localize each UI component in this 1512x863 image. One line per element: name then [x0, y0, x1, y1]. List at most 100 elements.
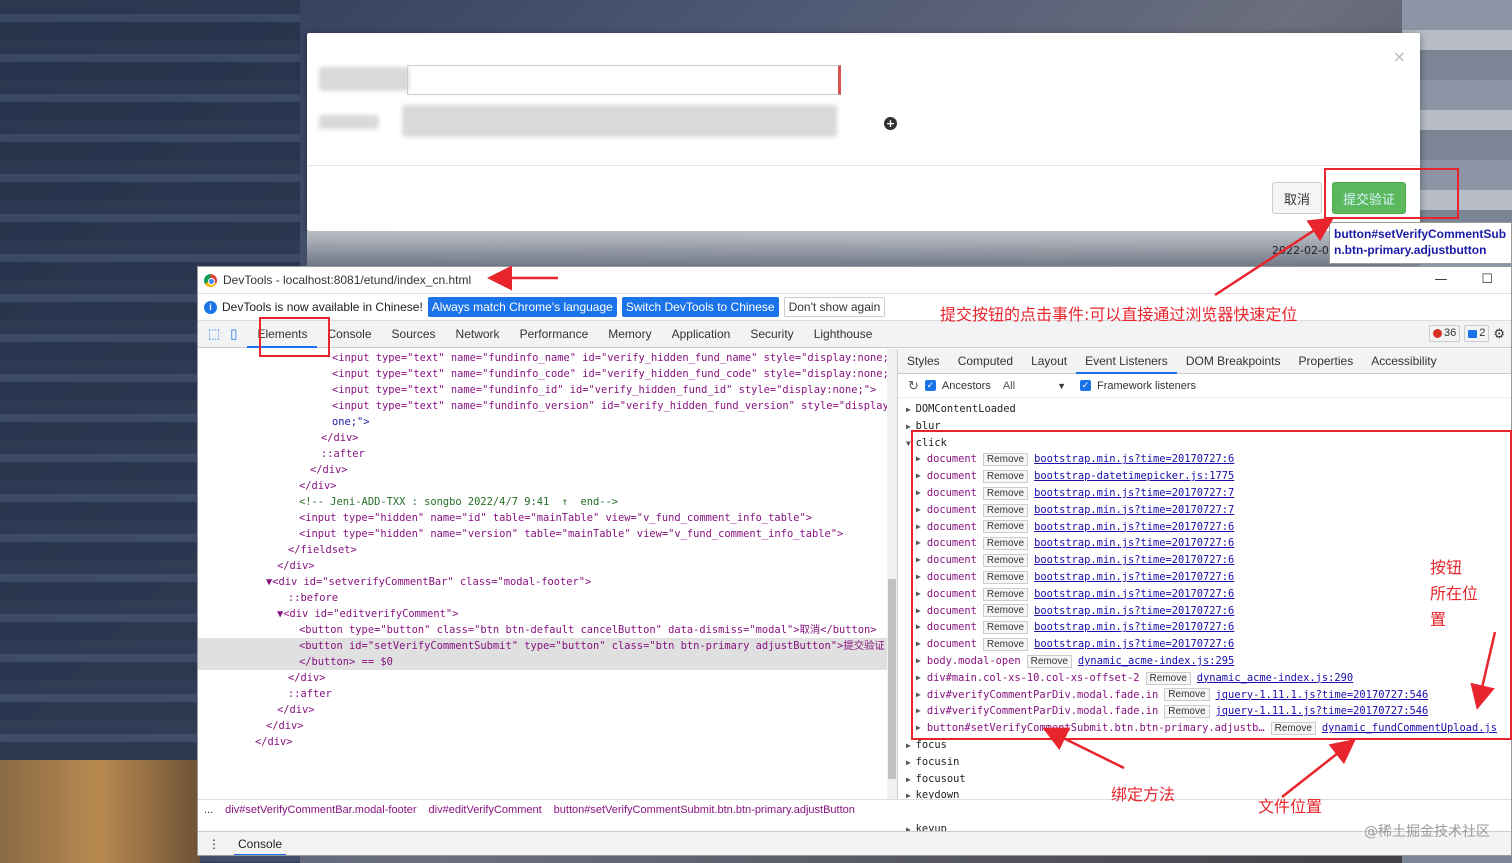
- inspect-element-icon[interactable]: ⬚: [208, 326, 220, 342]
- chevron-down-icon[interactable]: ▼: [1057, 381, 1066, 391]
- devtools-tabbar: ⬚ ▯ Elements Console Sources Network Per…: [198, 321, 1511, 348]
- message-count: 2: [1479, 327, 1486, 339]
- maximize-icon[interactable]: ☐: [1481, 272, 1493, 287]
- breadcrumb-more[interactable]: ...: [204, 804, 213, 816]
- tab-dom-breakpoints[interactable]: DOM Breakpoints: [1177, 349, 1290, 374]
- message-icon: [1468, 329, 1478, 338]
- collapsed-triangle-icon: ▶: [906, 405, 916, 414]
- close-icon[interactable]: ×: [1393, 47, 1406, 66]
- tab-performance[interactable]: Performance: [510, 321, 599, 348]
- dom-tree-line[interactable]: </div>: [198, 718, 897, 734]
- settings-icon[interactable]: ⚙: [1493, 326, 1505, 342]
- dom-tree-line[interactable]: ::after: [198, 446, 897, 462]
- event-name: focus: [915, 738, 947, 751]
- sidebar-tabs: Styles Computed Layout Event Listeners D…: [898, 349, 1511, 374]
- annotation-click-event: 提交按钮的点击事件:可以直接通过浏览器快速定位: [940, 305, 1298, 324]
- dom-tree-line[interactable]: </div>: [198, 462, 897, 478]
- dom-tree-line[interactable]: <button id="setVerifyCommentSubmit" type…: [198, 638, 897, 654]
- tooltip-line: n.btn-primary.adjustbutton: [1334, 243, 1487, 257]
- dom-tree-line[interactable]: </div>: [198, 430, 897, 446]
- tab-security[interactable]: Security: [740, 321, 803, 348]
- dom-tree-line[interactable]: ::before: [198, 590, 897, 606]
- collapsed-triangle-icon: ▶: [906, 757, 916, 767]
- verify-modal: × + 取消 提交验证: [307, 33, 1420, 231]
- error-icon: [1432, 329, 1442, 338]
- annotation-bind-method: 绑定方法: [1111, 785, 1176, 804]
- dont-show-again-button[interactable]: Don't show again: [783, 297, 886, 317]
- annotation-button-location: 按钮 所在位 置: [1430, 558, 1479, 629]
- dom-tree-line[interactable]: <input type="text" name="fundinfo_id" id…: [198, 382, 897, 398]
- tooltip-line: button#setVerifyCommentSub: [1334, 227, 1507, 241]
- tab-accessibility[interactable]: Accessibility: [1362, 349, 1445, 374]
- tab-styles[interactable]: Styles: [898, 349, 949, 374]
- minimize-icon[interactable]: —: [1434, 272, 1447, 287]
- event-name: focusout: [915, 772, 966, 785]
- tab-memory[interactable]: Memory: [598, 321, 661, 348]
- watermark: @稀土掘金技术社区: [1364, 824, 1490, 840]
- framework-listeners-checkbox[interactable]: ✓: [1079, 380, 1091, 391]
- drawer-tab-console[interactable]: Console: [234, 832, 287, 855]
- tab-application[interactable]: Application: [662, 321, 741, 348]
- add-icon[interactable]: +: [884, 117, 897, 130]
- tab-sources[interactable]: Sources: [382, 321, 446, 348]
- tab-event-listeners[interactable]: Event Listeners: [1076, 349, 1177, 374]
- console-drawer: ⋮ Console: [198, 831, 1511, 855]
- elements-tree[interactable]: <input type="text" name="fundinfo_name" …: [198, 349, 898, 819]
- event-name: DOMContentLoaded: [915, 403, 1016, 415]
- dom-tree-line[interactable]: <input type="hidden" name="version" tabl…: [198, 526, 897, 542]
- chrome-icon: [204, 273, 217, 287]
- annotation-box-click: [911, 430, 1512, 740]
- tab-layout[interactable]: Layout: [1022, 349, 1076, 374]
- match-language-button[interactable]: Always match Chrome's language: [427, 297, 617, 317]
- ancestors-checkbox[interactable]: ✓: [924, 380, 936, 391]
- tab-lighthouse[interactable]: Lighthouse: [804, 321, 883, 348]
- annotation-file-location: 文件位置: [1258, 797, 1323, 816]
- annotation-box-submit: [1324, 168, 1459, 219]
- dom-tree-line[interactable]: ::after: [198, 686, 897, 702]
- tab-network[interactable]: Network: [446, 321, 510, 348]
- message-count-badge[interactable]: 2: [1464, 325, 1490, 342]
- dom-tree-line[interactable]: </div>: [198, 734, 897, 750]
- blurred-input[interactable]: [407, 65, 841, 95]
- dom-tree-line[interactable]: ▼<div id="setverifyCommentBar" class="mo…: [198, 574, 897, 590]
- dom-tree-line[interactable]: ▼<div id="editverifyComment">: [198, 606, 897, 622]
- event-type-row[interactable]: ▶ focusout: [906, 771, 1511, 788]
- dom-tree-line[interactable]: </div>: [198, 558, 897, 574]
- element-tooltip: button#setVerifyCommentSub n.btn-primary…: [1329, 222, 1512, 264]
- collapsed-triangle-icon: ▶: [906, 774, 916, 784]
- breadcrumb-item[interactable]: div#setVerifyCommentBar.modal-footer: [225, 804, 416, 816]
- collapsed-triangle-icon: ▶: [906, 740, 916, 750]
- refresh-icon[interactable]: ↻: [908, 378, 919, 394]
- breadcrumb-item[interactable]: div#editVerifyComment: [429, 804, 542, 816]
- modal-shadow: [307, 231, 1420, 268]
- dom-tree-line[interactable]: </div>: [198, 670, 897, 686]
- breadcrumb-item[interactable]: button#setVerifyCommentSubmit.btn.btn-pr…: [554, 804, 855, 816]
- dom-tree-line[interactable]: <input type="text" name="fundinfo_code" …: [198, 366, 897, 382]
- drawer-menu-icon[interactable]: ⋮: [208, 837, 220, 851]
- blurred-label: [319, 115, 379, 129]
- dom-tree-line[interactable]: <button type="button" class="btn btn-def…: [198, 622, 897, 638]
- event-type-row[interactable]: ▶ focusin: [906, 754, 1511, 771]
- event-type-row[interactable]: ▶ DOMContentLoaded: [906, 401, 1511, 418]
- tab-computed[interactable]: Computed: [949, 349, 1022, 374]
- dom-tree-line[interactable]: </fieldset>: [198, 542, 897, 558]
- blurred-label: [319, 67, 409, 91]
- cancel-button[interactable]: 取消: [1272, 182, 1322, 214]
- dom-tree-line[interactable]: <!-- Jeni-ADD-TXX : songbo 2022/4/7 9:41…: [198, 494, 897, 510]
- dom-tree-line[interactable]: one;">: [198, 414, 897, 430]
- device-toolbar-icon[interactable]: ▯: [230, 326, 237, 342]
- infobar-message: DevTools is now available in Chinese!: [222, 300, 423, 314]
- background-bottom: [0, 760, 200, 863]
- event-name: focusin: [915, 755, 960, 768]
- dom-tree-line[interactable]: </button> == $0: [198, 654, 897, 670]
- error-count: 36: [1443, 327, 1457, 339]
- tab-properties[interactable]: Properties: [1290, 349, 1363, 374]
- dom-tree-line[interactable]: </div>: [198, 478, 897, 494]
- dom-tree-line[interactable]: <input type="text" name="fundinfo_versio…: [198, 398, 897, 414]
- error-count-badge[interactable]: 36: [1428, 325, 1461, 342]
- filter-select[interactable]: All: [1003, 380, 1015, 392]
- scrollbar[interactable]: [887, 349, 897, 819]
- switch-chinese-button[interactable]: Switch DevTools to Chinese: [621, 297, 779, 317]
- dom-tree-line[interactable]: <input type="hidden" name="id" table="ma…: [198, 510, 897, 526]
- dom-tree-line[interactable]: </div>: [198, 702, 897, 718]
